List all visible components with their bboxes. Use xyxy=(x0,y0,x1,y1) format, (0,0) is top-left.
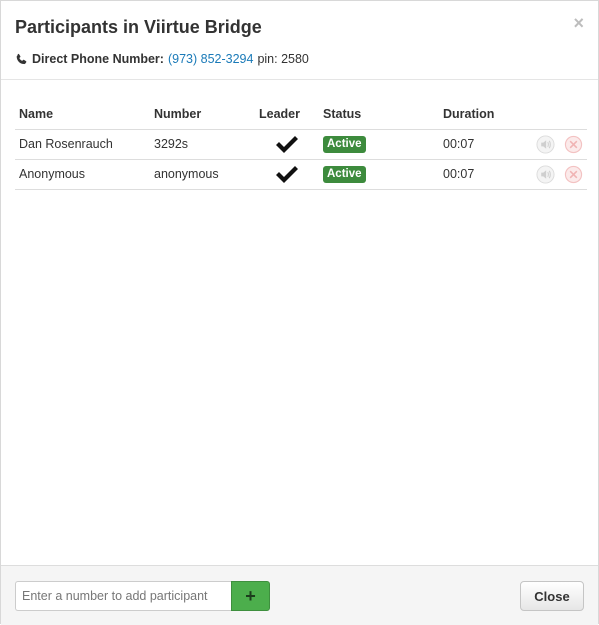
participant-number: anonymous xyxy=(150,159,255,190)
leader-check-icon xyxy=(276,166,298,183)
participants-dialog: Participants in Viirtue Bridge × Direct … xyxy=(0,0,599,625)
column-header-status: Status xyxy=(319,99,439,130)
phone-icon xyxy=(16,53,27,64)
participants-table: Name Number Leader Status Duration Dan R… xyxy=(15,99,587,190)
participant-name: Anonymous xyxy=(15,159,150,190)
pin-text: pin: 2580 xyxy=(257,52,309,66)
phone-number-link[interactable]: (973) 852-3294 xyxy=(168,52,253,66)
dialog-title: Participants in Viirtue Bridge xyxy=(15,17,262,37)
mute-speaker-icon[interactable] xyxy=(535,134,555,154)
remove-participant-icon[interactable] xyxy=(564,135,583,154)
dialog-header: Participants in Viirtue Bridge × Direct … xyxy=(1,1,598,80)
add-participant-button[interactable]: + xyxy=(231,581,270,611)
participant-duration: 00:07 xyxy=(439,159,521,190)
column-header-name: Name xyxy=(15,99,150,130)
status-badge: Active xyxy=(323,135,366,153)
participant-duration: 00:07 xyxy=(439,129,521,160)
table-row: Anonymous anonymous Active 00:07 xyxy=(15,159,587,190)
leader-check-icon xyxy=(276,136,298,153)
status-badge: Active xyxy=(323,165,366,183)
mute-speaker-icon[interactable] xyxy=(535,164,555,184)
add-participant-group: + xyxy=(15,581,270,611)
column-header-number: Number xyxy=(150,99,255,130)
remove-participant-icon[interactable] xyxy=(564,165,583,184)
close-button[interactable]: Close xyxy=(520,581,584,611)
direct-phone-line: Direct Phone Number: (973) 852-3294 pin:… xyxy=(15,52,309,66)
table-row: Dan Rosenrauch 3292s Active 00:07 xyxy=(15,129,587,160)
add-participant-input[interactable] xyxy=(15,581,231,611)
column-header-duration: Duration xyxy=(439,99,521,130)
close-icon[interactable]: × xyxy=(573,14,584,32)
column-header-actions xyxy=(521,99,587,130)
participant-number: 3292s xyxy=(150,129,255,160)
table-header-row: Name Number Leader Status Duration xyxy=(15,99,587,130)
column-header-leader: Leader xyxy=(255,99,319,130)
phone-label: Direct Phone Number: xyxy=(32,52,164,66)
participant-name: Dan Rosenrauch xyxy=(15,129,150,160)
dialog-footer: + Close xyxy=(1,565,598,625)
